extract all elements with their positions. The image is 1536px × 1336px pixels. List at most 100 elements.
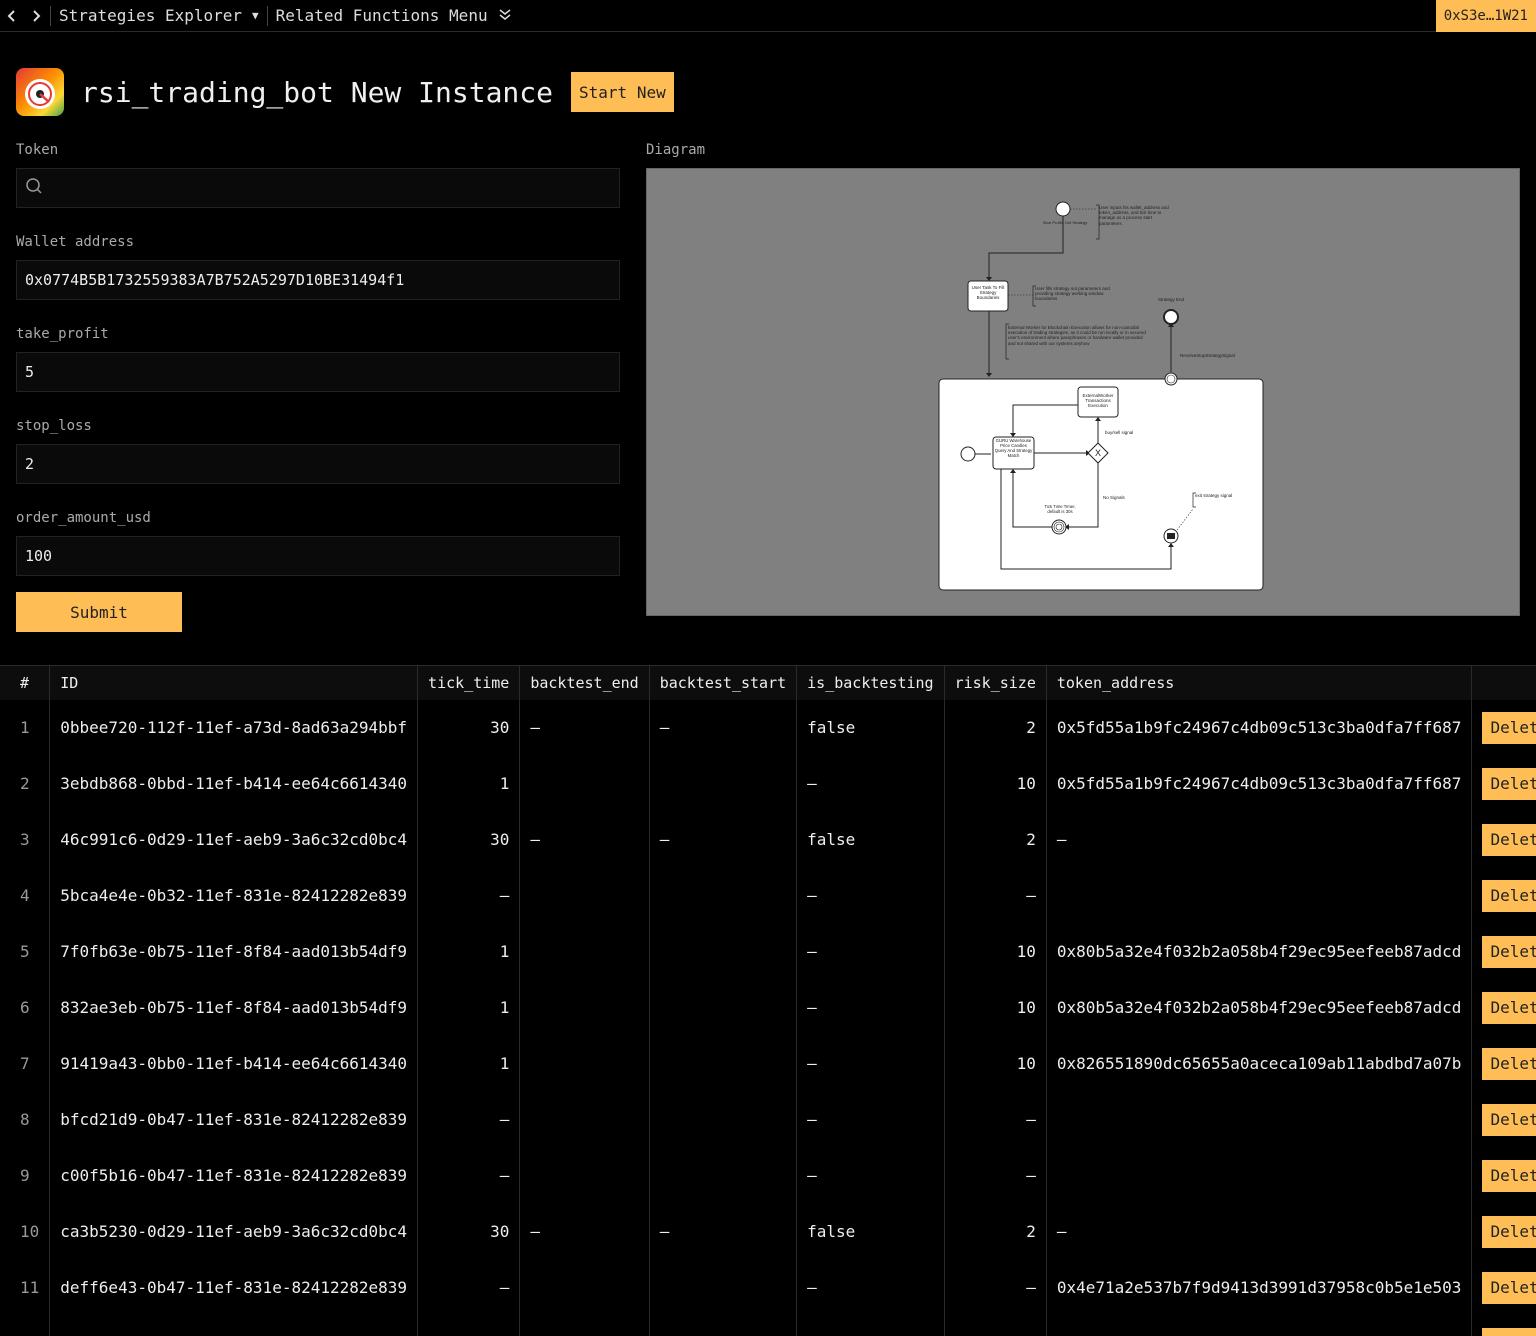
delete-button[interactable]: Delete	[1482, 1327, 1536, 1336]
take-profit-input[interactable]	[25, 363, 611, 381]
row-index: 2	[0, 755, 51, 812]
diagram-label: Diagram	[646, 142, 706, 158]
row-backtest-start: –	[649, 699, 798, 756]
table-row[interactable]: 5 7f0fb63e-0b75-11ef-8f84-aad013b54df9 1 –1…	[0, 923, 1536, 980]
row-is-backtesting: –	[796, 1147, 945, 1204]
row-index: 9	[0, 1147, 51, 1204]
row-backtest-end	[519, 923, 650, 980]
delete-button[interactable]: Delete	[1482, 711, 1536, 744]
row-risk-size: 2	[944, 811, 1047, 868]
col-backtest-end[interactable]: backtest_end	[519, 665, 650, 700]
row-index: 1	[0, 699, 51, 756]
delete-button[interactable]: Delete	[1482, 1271, 1536, 1304]
row-index: 6	[0, 979, 51, 1036]
table-row[interactable]: 11 deff6e43-0b47-11ef-831e-82412282e839– –…	[0, 1259, 1536, 1316]
row-index: 12	[0, 1315, 51, 1336]
col-token-address[interactable]: token_address	[1046, 665, 1473, 700]
bpmn-svg: Start Profile Get Strategy User inputs h…	[938, 201, 1264, 591]
row-actions: Delete	[1472, 812, 1536, 868]
order-amount-field[interactable]	[16, 536, 620, 576]
token-field[interactable]	[16, 168, 620, 208]
table-row[interactable]: 9 c00f5b16-0b47-11ef-831e-82412282e839– – –…	[0, 1147, 1536, 1204]
row-is-backtesting: –	[796, 923, 945, 980]
start-note: User inputs his wallet_address and token…	[1099, 205, 1169, 226]
back-icon[interactable]	[0, 0, 24, 32]
take-profit-field[interactable]	[16, 352, 620, 392]
row-actions: Delete	[1472, 756, 1536, 812]
row-backtest-end: –	[519, 811, 650, 868]
wallet-address-field[interactable]	[16, 260, 620, 300]
table-row[interactable]: 8 bfcd21d9-0b47-11ef-831e-82412282e839– – –…	[0, 1091, 1536, 1148]
col-tick-time[interactable]: tick_time	[417, 665, 521, 700]
start-event-label: Start Profile Get Strategy	[1043, 220, 1087, 225]
order-amount-input[interactable]	[25, 547, 611, 565]
row-backtest-start: –	[649, 811, 798, 868]
delete-button[interactable]: Delete	[1482, 823, 1536, 856]
divider	[50, 5, 51, 26]
page-title: rsi_trading_bot New Instance	[81, 75, 554, 109]
end-event-label: Strategy End	[1158, 297, 1185, 302]
row-actions: Delete	[1472, 924, 1536, 980]
delete-button[interactable]: Delete	[1482, 1103, 1536, 1136]
divider	[266, 5, 268, 26]
order-amount-label: order_amount_usd	[16, 510, 151, 526]
row-backtest-start	[649, 1259, 798, 1316]
bpmn-diagram[interactable]: Start Profile Get Strategy User inputs h…	[646, 168, 1520, 616]
submit-button[interactable]: Submit	[16, 592, 182, 632]
row-id: 46c991c6-0d29-11ef-aeb9-3a6c32cd0bc4	[49, 811, 419, 868]
row-index: 3	[0, 811, 51, 868]
col-backtest-start[interactable]: backtest_start	[649, 665, 798, 700]
row-backtest-start	[649, 979, 798, 1036]
row-id: 3ebdb868-0bbd-11ef-b414-ee64c6614340	[49, 755, 419, 812]
token-input[interactable]	[49, 179, 611, 197]
table-row[interactable]: 7 91419a43-0bb0-11ef-b414-ee64c6614340 1 –1…	[0, 1035, 1536, 1092]
row-actions: Delete	[1472, 1036, 1536, 1092]
search-icon	[25, 177, 43, 199]
start-new-button[interactable]: Start New	[571, 72, 674, 112]
table-row[interactable]: 2 3ebdb868-0bbd-11ef-b414-ee64c6614340 1 –1…	[0, 755, 1536, 812]
row-token-address: 0x4e71a2e537b7f9d9413d3991d37958c0b5e1e5…	[1046, 1259, 1473, 1316]
stop-loss-field[interactable]	[16, 444, 620, 484]
delete-button[interactable]: Delete	[1482, 767, 1536, 800]
table-row[interactable]: 10 ca3b5230-0d29-11ef-aeb9-3a6c32cd0bc4 30…	[0, 1203, 1536, 1260]
row-id: deff6e43-0b47-11ef-831e-82412282e839	[49, 1259, 419, 1316]
col-risk-size[interactable]: risk_size	[944, 665, 1047, 700]
row-tick-time: 30	[417, 1315, 521, 1336]
row-is-backtesting: –	[796, 755, 945, 812]
related-functions-menu[interactable]: Related Functions Menu	[270, 0, 518, 32]
table-row[interactable]: 6 832ae3eb-0b75-11ef-8f84-aad013b54df9 1 –1…	[0, 979, 1536, 1036]
diagram-panel: Diagram Start Profile Get Strategy User …	[646, 132, 1520, 632]
row-tick-time: 30	[417, 811, 521, 868]
col-index[interactable]: #	[0, 665, 51, 700]
row-backtest-end	[519, 755, 650, 812]
external-worker-label: ExternalWorker Transactions Execution	[1082, 393, 1114, 409]
delete-button[interactable]: Delete	[1482, 991, 1536, 1024]
row-tick-time: 30	[417, 1203, 521, 1260]
table-row[interactable]: 1 0bbee720-112f-11ef-a73d-8ad63a294bbf 30–…	[0, 699, 1536, 756]
delete-button[interactable]: Delete	[1482, 879, 1536, 912]
strategies-explorer-menu[interactable]: Strategies Explorer ▼	[53, 0, 265, 32]
forward-icon[interactable]	[24, 0, 48, 32]
row-index: 11	[0, 1259, 51, 1316]
row-tick-time: 1	[417, 979, 521, 1036]
delete-button[interactable]: Delete	[1482, 1159, 1536, 1192]
row-actions: Delete	[1472, 1316, 1536, 1336]
table-row[interactable]: 3 46c991c6-0d29-11ef-aeb9-3a6c32cd0bc4 30–…	[0, 811, 1536, 868]
row-id: 5bca4e4e-0b32-11ef-831e-82412282e839	[49, 867, 419, 924]
delete-button[interactable]: Delete	[1482, 1215, 1536, 1248]
col-is-backtesting[interactable]: is_backtesting	[796, 665, 945, 700]
page-header: rsi_trading_bot New Instance Start New	[0, 32, 1536, 132]
table-row[interactable]: 12df867ce2-0dfb-11ef-8c7c-c22e09b96b9330…	[0, 1315, 1536, 1336]
stop-loss-label: stop_loss	[16, 418, 92, 434]
row-token-address	[1046, 1147, 1473, 1204]
table-row[interactable]: 4 5bca4e4e-0b32-11ef-831e-82412282e839– – –…	[0, 867, 1536, 924]
delete-button[interactable]: Delete	[1482, 935, 1536, 968]
stop-loss-input[interactable]	[25, 455, 611, 473]
wallet-address-input[interactable]	[25, 271, 611, 289]
wallet-chip[interactable]: 0xS3e…1W21	[1435, 0, 1536, 32]
col-id[interactable]: ID	[49, 665, 419, 700]
row-actions: Delete	[1472, 868, 1536, 924]
delete-button[interactable]: Delete	[1482, 1047, 1536, 1080]
stop-signal-label: ReceiveStopStrategySignal	[1180, 353, 1235, 358]
row-actions: Delete	[1472, 700, 1536, 756]
